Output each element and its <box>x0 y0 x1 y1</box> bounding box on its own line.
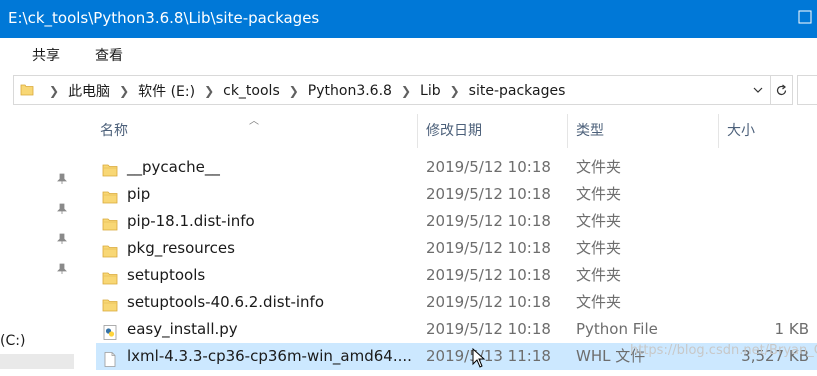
file-type: 文件夹 <box>576 266 622 284</box>
file-type: Python File <box>576 320 658 338</box>
folder-icon <box>102 268 118 285</box>
pin-icon[interactable] <box>56 263 68 275</box>
column-header-type[interactable]: 类型 <box>576 114 604 148</box>
column-divider[interactable] <box>417 114 418 148</box>
file-name: lxml-4.3.3-cp36-cp36m-win_amd64.... <box>127 347 412 365</box>
file-type: 文件夹 <box>576 239 622 257</box>
file-type: 文件夹 <box>576 212 622 230</box>
file-date: 2019/5/12 10:18 <box>426 212 551 230</box>
tab-view[interactable]: 查看 <box>95 45 123 65</box>
breadcrumb: ❯ 此电脑 ❯ 软件 (E:) ❯ ck_tools ❯ Python3.6.8… <box>40 81 565 101</box>
column-divider[interactable] <box>567 114 568 148</box>
file-row[interactable]: __pycache__ 2019/5/12 10:18 文件夹 <box>96 154 817 181</box>
breadcrumb-this-pc[interactable]: 此电脑 <box>68 81 110 101</box>
file-name: setuptools-40.6.2.dist-info <box>127 293 324 311</box>
file-name: pip <box>127 185 151 203</box>
folder-icon <box>102 187 118 204</box>
python-file-icon <box>102 322 118 340</box>
column-header-name[interactable]: 名称 <box>100 114 128 148</box>
sort-up-icon: ︿ <box>249 116 259 127</box>
file-type: 文件夹 <box>576 293 622 311</box>
file-type: 文件夹 <box>576 158 622 176</box>
file-name: __pycache__ <box>127 158 220 176</box>
file-row[interactable]: setuptools 2019/5/12 10:18 文件夹 <box>96 262 817 289</box>
tab-share[interactable]: 共享 <box>32 45 60 65</box>
chevron-right-icon[interactable]: ❯ <box>401 84 411 98</box>
column-header-row: ︿ 名称 修改日期 类型 大小 <box>76 114 817 148</box>
folder-icon <box>102 241 118 258</box>
file-size: 1 KB <box>774 320 809 338</box>
file-date: 2019/5/12 10:18 <box>426 239 551 257</box>
file-date: 2019/5/12 10:18 <box>426 320 551 338</box>
chevron-right-icon[interactable]: ❯ <box>289 84 299 98</box>
folder-icon <box>102 160 118 177</box>
watermark: https://blog.csdn.net/Bryan_GAO <box>630 343 817 358</box>
refresh-button[interactable] <box>771 75 793 105</box>
breadcrumb-site-packages[interactable]: site-packages <box>469 83 566 99</box>
pin-icon[interactable] <box>56 173 68 185</box>
chevron-right-icon[interactable]: ❯ <box>204 84 214 98</box>
sidebar-item-label: (C:) <box>0 333 26 349</box>
file-date: 2019/5/12 10:18 <box>426 158 551 176</box>
file-name: pip-18.1.dist-info <box>127 212 255 230</box>
search-input[interactable] <box>797 75 817 105</box>
file-type: 文件夹 <box>576 185 622 203</box>
file-date: 2019/5/12 10:18 <box>426 185 551 203</box>
file-name: pkg_resources <box>127 239 235 257</box>
address-bar[interactable]: ❯ 此电脑 ❯ 软件 (E:) ❯ ck_tools ❯ Python3.6.8… <box>13 75 771 105</box>
file-list: ︿ 名称 修改日期 类型 大小 __pycache__ 2019/5/12 10:… <box>76 114 817 370</box>
title-bar: E:\ck_tools\Python3.6.8\Lib\site-package… <box>0 0 817 38</box>
mouse-cursor-icon <box>472 348 486 368</box>
file-row[interactable]: easy_install.py 2019/5/12 10:18 Python Fil… <box>96 316 817 343</box>
breadcrumb-lib[interactable]: Lib <box>420 83 441 99</box>
file-row[interactable]: pip 2019/5/12 10:18 文件夹 <box>96 181 817 208</box>
sidebar-item-drive-c[interactable]: (C:) <box>0 328 74 354</box>
navigation-pane: (C:) <box>0 114 76 369</box>
file-date: 2019/5/12 10:18 <box>426 266 551 284</box>
file-name: setuptools <box>127 266 206 284</box>
breadcrumb-ck-tools[interactable]: ck_tools <box>223 83 280 99</box>
file-date: 2019/5/12 10:18 <box>426 293 551 311</box>
ribbon: 共享 查看 <box>0 38 817 69</box>
chevron-right-icon: ❯ <box>49 84 60 98</box>
folder-icon <box>102 295 118 312</box>
maximize-icon[interactable] <box>797 9 813 25</box>
file-row[interactable]: pkg_resources 2019/5/12 10:18 文件夹 <box>96 235 817 262</box>
chevron-down-icon[interactable] <box>752 84 764 96</box>
pin-icon[interactable] <box>56 203 68 215</box>
column-header-date[interactable]: 修改日期 <box>426 114 482 148</box>
column-divider[interactable] <box>718 114 719 148</box>
address-row: ❯ 此电脑 ❯ 软件 (E:) ❯ ck_tools ❯ Python3.6.8… <box>0 68 817 114</box>
file-date: 2019/5/13 11:18 <box>426 347 551 365</box>
file-row[interactable]: pip-18.1.dist-info 2019/5/12 10:18 文件夹 <box>96 208 817 235</box>
pin-icon[interactable] <box>56 233 68 245</box>
column-header-size[interactable]: 大小 <box>727 114 755 148</box>
breadcrumb-drive-e[interactable]: 软件 (E:) <box>138 81 195 101</box>
file-icon <box>102 349 118 367</box>
file-row[interactable]: setuptools-40.6.2.dist-info 2019/5/12 10:… <box>96 289 817 316</box>
file-name: easy_install.py <box>127 320 238 338</box>
chevron-right-icon[interactable]: ❯ <box>119 84 129 98</box>
folder-icon <box>102 214 118 231</box>
breadcrumb-python[interactable]: Python3.6.8 <box>308 83 392 99</box>
chevron-right-icon[interactable]: ❯ <box>450 84 460 98</box>
refresh-icon <box>776 84 787 96</box>
folder-icon <box>20 84 34 96</box>
horizontal-scrollbar[interactable] <box>0 354 74 369</box>
window-title: E:\ck_tools\Python3.6.8\Lib\site-package… <box>8 9 320 27</box>
